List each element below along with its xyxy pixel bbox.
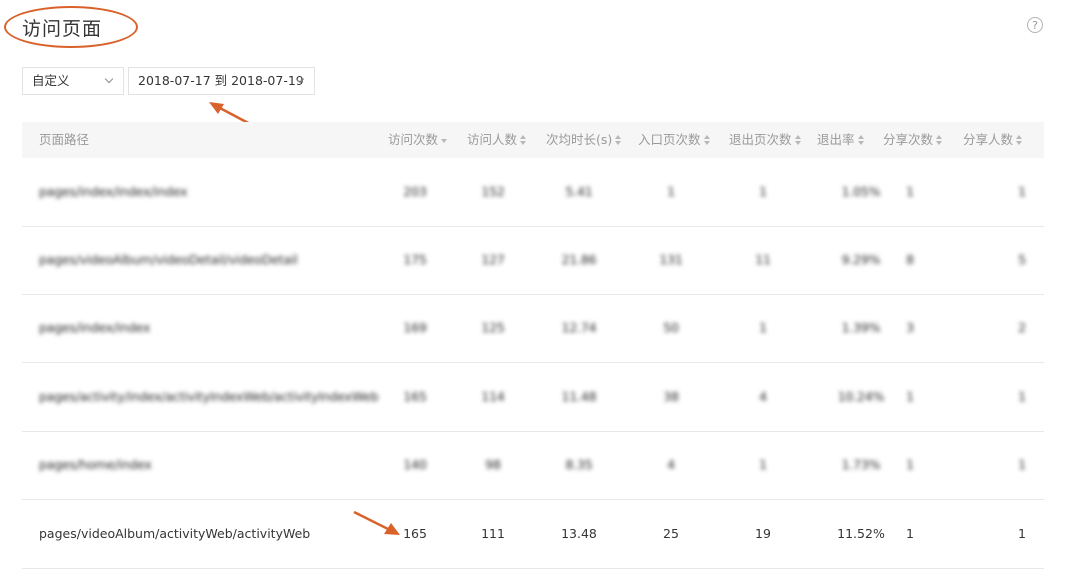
cell-avg-duration: 21.86 bbox=[561, 252, 597, 267]
cell-exit-count: 11 bbox=[755, 252, 771, 267]
date-range-type-select[interactable]: 自定义 bbox=[22, 67, 124, 95]
cell-page-path: pages/index/index/index bbox=[39, 184, 188, 199]
date-range-value: 2018-07-17 到 2018-07-19 bbox=[138, 73, 304, 88]
question-circle-icon[interactable]: ? bbox=[1027, 17, 1043, 33]
table-header: 页面路径 访问次数 访问人数 次均时长(s) 入口页次数 退出页次数 退出率 分… bbox=[22, 122, 1044, 158]
table-row[interactable]: pages/videoAlbum/activityWeb/activityWeb… bbox=[22, 500, 1044, 569]
cell-entry-count: 4 bbox=[667, 457, 675, 472]
cell-share-users: 2 bbox=[1018, 320, 1026, 335]
cell-share-users: 1 bbox=[1018, 457, 1026, 472]
table-row[interactable]: pages/home/index 140 98 8.35 4 1 1.73% 1 1 bbox=[22, 431, 1044, 500]
cell-visits: 175 bbox=[403, 252, 427, 267]
sort-desc-icon bbox=[441, 135, 448, 145]
sort-icon bbox=[794, 135, 802, 145]
cell-exit-count: 1 bbox=[759, 457, 767, 472]
cell-entry-count: 38 bbox=[663, 389, 679, 404]
table-row[interactable]: pages/activity/index/activityIndexWeb/ac… bbox=[22, 363, 1044, 432]
cell-exit-count: 1 bbox=[759, 320, 767, 335]
col-header-exit-count[interactable]: 退出页次数 bbox=[729, 122, 802, 158]
cell-share-count: 8 bbox=[906, 252, 914, 267]
cell-share-users: 1 bbox=[1018, 389, 1026, 404]
col-header-page-path: 页面路径 bbox=[39, 132, 90, 147]
page-title: 访问页面 bbox=[22, 18, 103, 40]
cell-page-path: pages/videoAlbum/activityWeb/activityWeb bbox=[39, 526, 311, 541]
cell-entry-count: 1 bbox=[667, 184, 675, 199]
cell-visitors: 98 bbox=[485, 457, 501, 472]
col-header-exit-rate[interactable]: 退出率 bbox=[817, 122, 865, 158]
table-row[interactable]: pages/index/index/index 203 152 5.41 1 1 1.05%… bbox=[22, 158, 1044, 227]
cell-visitors: 125 bbox=[481, 320, 505, 335]
cell-visitors: 152 bbox=[481, 184, 505, 199]
date-range-type-value: 自定义 bbox=[32, 73, 70, 88]
cell-avg-duration: 12.74 bbox=[561, 320, 597, 335]
chevron-down-icon bbox=[104, 74, 114, 84]
cell-visits: 140 bbox=[403, 457, 427, 472]
cell-avg-duration: 13.48 bbox=[561, 526, 597, 541]
cell-visits: 169 bbox=[403, 320, 427, 335]
cell-visits: 165 bbox=[403, 526, 427, 541]
cell-share-count: 1 bbox=[906, 184, 914, 199]
cell-avg-duration: 8.35 bbox=[565, 457, 593, 472]
cell-entry-count: 131 bbox=[659, 252, 683, 267]
cell-visits: 165 bbox=[403, 389, 427, 404]
col-header-visitors[interactable]: 访问人数 bbox=[467, 122, 527, 158]
sort-icon bbox=[703, 135, 711, 145]
cell-exit-count: 4 bbox=[759, 389, 767, 404]
col-header-entry-count[interactable]: 入口页次数 bbox=[638, 122, 711, 158]
cell-page-path: pages/activity/index/activityIndexWeb/ac… bbox=[39, 389, 379, 404]
cell-share-count: 3 bbox=[906, 320, 914, 335]
col-header-share-users[interactable]: 分享人数 bbox=[963, 122, 1023, 158]
col-header-share-count[interactable]: 分享次数 bbox=[883, 122, 943, 158]
sort-icon bbox=[857, 135, 865, 145]
cell-share-users: 5 bbox=[1018, 252, 1026, 267]
cell-entry-count: 25 bbox=[663, 526, 679, 541]
cell-avg-duration: 5.41 bbox=[565, 184, 593, 199]
cell-visitors: 111 bbox=[481, 526, 505, 541]
cell-visitors: 127 bbox=[481, 252, 505, 267]
cell-entry-count: 50 bbox=[663, 320, 679, 335]
cell-share-count: 1 bbox=[906, 526, 914, 541]
table-row[interactable]: pages/index/index 169 125 12.74 50 1 1.39% 3 2 bbox=[22, 294, 1044, 363]
cell-share-users: 1 bbox=[1018, 526, 1026, 541]
date-range-picker[interactable]: 2018-07-17 到 2018-07-19 bbox=[128, 67, 315, 95]
table-row[interactable]: pages/videoAlbum/videoDetail/videoDetail… bbox=[22, 226, 1044, 295]
cell-page-path: pages/home/index bbox=[39, 457, 152, 472]
cell-page-path: pages/index/index bbox=[39, 320, 151, 335]
sort-icon bbox=[936, 135, 943, 145]
cell-visitors: 114 bbox=[481, 389, 505, 404]
cell-exit-count: 19 bbox=[755, 526, 771, 541]
cell-share-count: 1 bbox=[906, 389, 914, 404]
cell-share-users: 1 bbox=[1018, 184, 1026, 199]
col-header-avg-duration[interactable]: 次均时长(s) bbox=[546, 122, 622, 158]
cell-share-count: 1 bbox=[906, 457, 914, 472]
cell-avg-duration: 11.48 bbox=[561, 389, 597, 404]
sort-icon bbox=[615, 135, 622, 145]
col-header-visits[interactable]: 访问次数 bbox=[388, 122, 448, 158]
cell-page-path: pages/videoAlbum/videoDetail/videoDetail bbox=[39, 252, 298, 267]
cell-exit-count: 1 bbox=[759, 184, 767, 199]
sort-icon bbox=[520, 135, 527, 145]
cell-visits: 203 bbox=[403, 184, 427, 199]
sort-icon bbox=[1016, 135, 1023, 145]
